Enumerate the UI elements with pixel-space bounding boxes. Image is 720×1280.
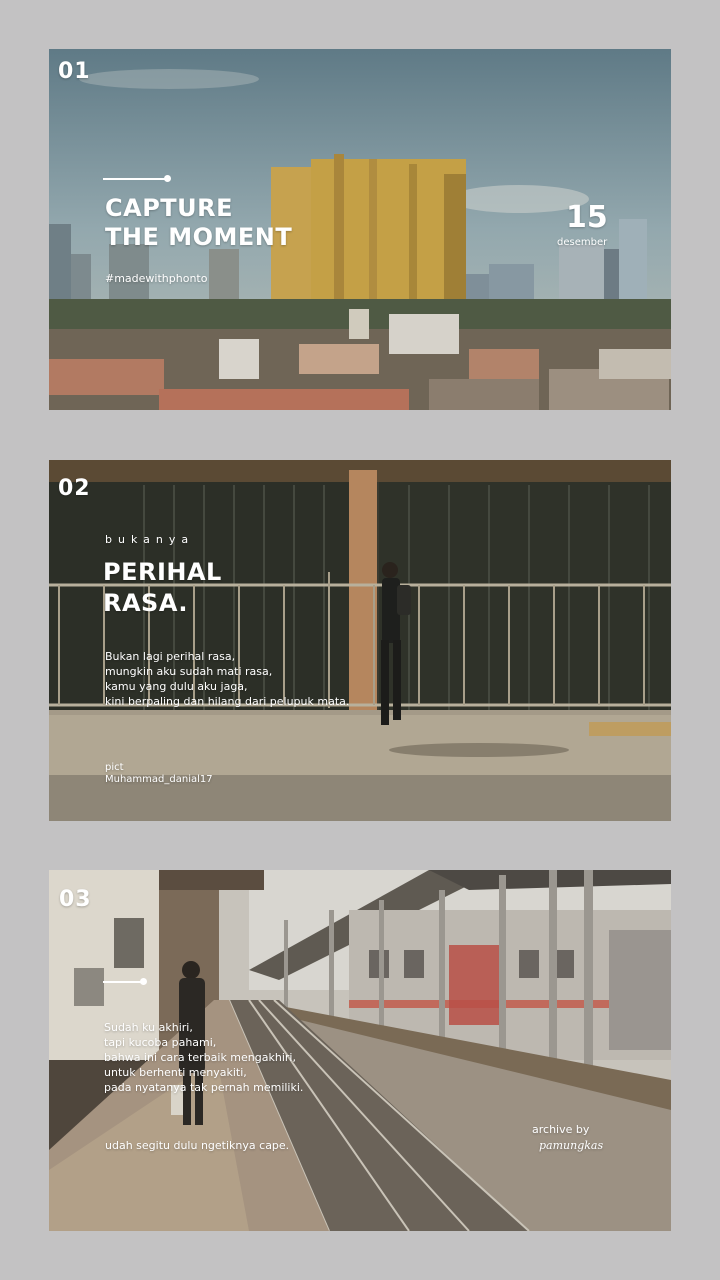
title-line-1: PERIHAL xyxy=(103,558,222,586)
date-month: desember xyxy=(557,237,608,248)
accent-line xyxy=(103,981,143,983)
accent-dot xyxy=(140,978,147,985)
title-line-1: CAPTURE xyxy=(105,194,234,222)
card-number: 01 xyxy=(58,59,91,84)
verse-text: Sudah ku akhiri, tapi kucoba pahami, bah… xyxy=(104,1021,304,1094)
signature: pamungkas xyxy=(539,1139,604,1152)
hashtag-text: #madewithphonto xyxy=(105,272,208,285)
card-number: 03 xyxy=(59,887,92,912)
station-walker-photo xyxy=(49,460,671,821)
photo-card-walker: 02 bukanya PERIHAL RASA. Bukan lagi peri… xyxy=(49,460,671,821)
kicker-text: bukanya xyxy=(105,533,195,546)
photo-card-city: 01 CAPTURE THE MOMENT #madewithphonto 15… xyxy=(49,49,671,410)
archive-label: archive by xyxy=(532,1123,590,1136)
title-line-2: RASA. xyxy=(103,589,188,617)
footer-text: udah segitu dulu ngetiknya cape. xyxy=(105,1139,290,1152)
card-number: 02 xyxy=(58,476,91,501)
photo-card-railway: 03 Sudah ku akhiri, tapi kucoba pahami, … xyxy=(49,870,671,1231)
verse-text: Bukan lagi perihal rasa, mungkin aku sud… xyxy=(105,650,350,708)
date-day: 15 xyxy=(566,200,608,235)
credit-name: Muhammad_danial17 xyxy=(105,774,213,785)
accent-dot xyxy=(164,175,171,182)
title-line-2: THE MOMENT xyxy=(105,223,293,251)
credit-label: pict xyxy=(105,762,124,773)
accent-line xyxy=(103,178,168,180)
